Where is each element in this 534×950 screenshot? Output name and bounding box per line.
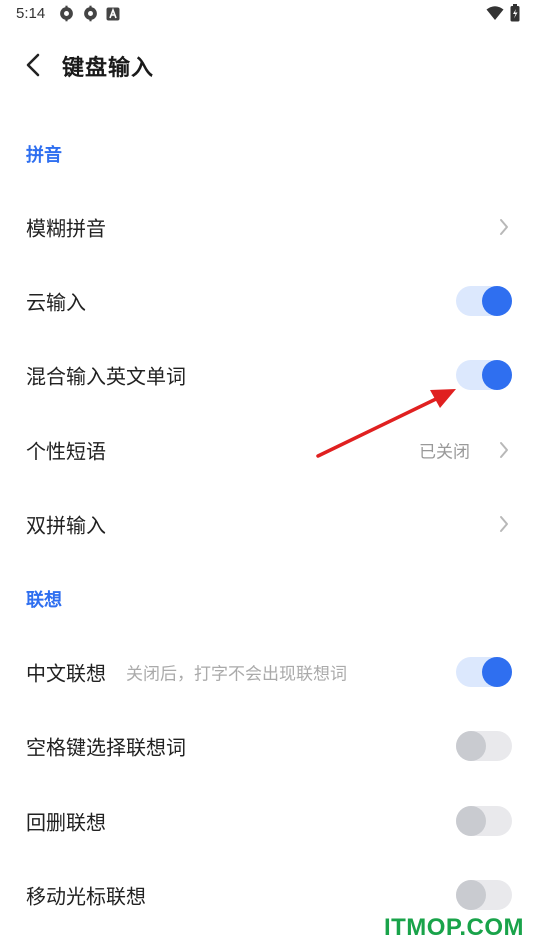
setting-label: 云输入 <box>26 290 86 315</box>
a-badge-icon <box>106 7 120 20</box>
setting-chinese-association: 中文联想 关闭后，打字不会出现联想词 <box>0 642 534 702</box>
setting-label: 双拼输入 <box>26 513 106 538</box>
toggle-knob <box>456 731 486 761</box>
setting-backspace-association: 回删联想 <box>0 791 534 851</box>
watermark-logo: ITMOP.COM <box>383 914 524 941</box>
chevron-right-icon <box>500 442 508 458</box>
back-button[interactable] <box>18 50 48 80</box>
setting-label: 空格键选择联想词 <box>26 735 186 760</box>
space-select-toggle[interactable] <box>456 731 512 761</box>
wifi-icon <box>486 6 504 20</box>
status-bar: 5:14 <box>0 0 534 28</box>
page-title: 键盘输入 <box>62 56 155 81</box>
chevron-right-icon <box>500 219 508 235</box>
toggle-knob <box>456 880 486 910</box>
setting-double-pinyin[interactable]: 双拼输入 <box>0 494 534 554</box>
toggle-knob <box>482 286 512 316</box>
battery-icon <box>510 4 520 22</box>
status-icons-right <box>486 4 520 22</box>
cloud-input-toggle[interactable] <box>456 286 512 316</box>
setting-label: 混合输入英文单词 <box>26 364 186 389</box>
setting-label: 模糊拼音 <box>26 216 106 241</box>
setting-space-select-association: 空格键选择联想词 <box>0 716 534 776</box>
top-bar: 键盘输入 <box>0 36 534 92</box>
toggle-knob <box>482 360 512 390</box>
chevron-right-icon <box>500 516 508 532</box>
setting-label: 中文联想 <box>26 661 106 686</box>
setting-fuzzy-pinyin[interactable]: 模糊拼音 <box>0 197 534 257</box>
setting-label: 回删联想 <box>26 810 106 835</box>
toggle-knob <box>482 657 512 687</box>
cursor-move-toggle[interactable] <box>456 880 512 910</box>
settings-icon <box>84 5 97 22</box>
setting-personal-phrases[interactable]: 个性短语 已关闭 <box>0 420 534 480</box>
setting-label: 移动光标联想 <box>26 884 146 909</box>
chinese-association-toggle[interactable] <box>456 657 512 687</box>
setting-value: 已关闭 <box>419 442 470 463</box>
mixed-english-toggle[interactable] <box>456 360 512 390</box>
settings-icon <box>60 5 73 22</box>
section-header-pinyin: 拼音 <box>26 145 62 166</box>
backspace-association-toggle[interactable] <box>456 806 512 836</box>
toggle-knob <box>456 806 486 836</box>
setting-label: 个性短语 <box>26 439 106 464</box>
setting-cloud-input: 云输入 <box>0 271 534 331</box>
setting-hint: 关闭后，打字不会出现联想词 <box>126 664 347 685</box>
section-header-association: 联想 <box>26 590 62 611</box>
chevron-left-icon <box>26 53 40 77</box>
status-time: 5:14 <box>16 5 46 22</box>
status-icons-left <box>58 5 120 22</box>
setting-mixed-english-words: 混合输入英文单词 <box>0 345 534 405</box>
